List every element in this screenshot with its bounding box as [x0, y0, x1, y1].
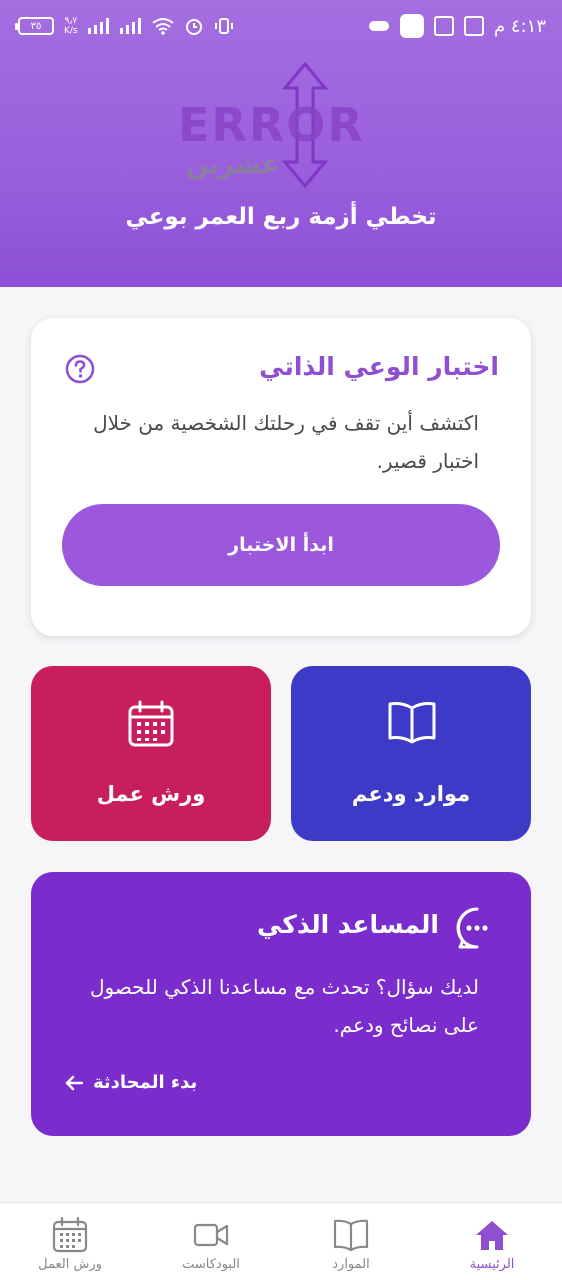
- nav-label-home: الرئيسية: [469, 1257, 515, 1272]
- nav-item-podcast[interactable]: البودكاست: [141, 1203, 281, 1280]
- wifi-icon: [152, 18, 174, 35]
- workshops-tile[interactable]: ورش عمل: [31, 666, 271, 841]
- vibrate-icon: [214, 18, 233, 34]
- resources-tile[interactable]: موارد ودعم: [291, 666, 531, 841]
- resources-tile-label: موارد ودعم: [351, 782, 471, 806]
- app-notification-icon: [400, 14, 425, 38]
- app-logo: ERROR عشرين: [176, 62, 386, 188]
- signal-icon: [87, 18, 109, 34]
- self-awareness-quiz-card: اختبار الوعي الذاتي اكتشف أين تقف في رحل…: [31, 318, 531, 636]
- ai-assistant-card: المساعد الذكي لديك سؤال؟ تحدث مع مساعدنا…: [31, 872, 531, 1136]
- calendar-icon: [52, 1217, 88, 1253]
- page-title: تخطي أزمة ربع العمر بوعي: [125, 204, 437, 230]
- nav-label-podcast: البودكاست: [182, 1257, 240, 1272]
- start-quiz-button[interactable]: ابدأ الاختبار: [62, 504, 500, 586]
- assistant-card-title: المساعد الذكي: [257, 910, 439, 939]
- nav-item-resources[interactable]: الموارد: [281, 1203, 421, 1280]
- nav-label-resources: الموارد: [332, 1257, 370, 1272]
- gamepad-icon: [369, 21, 390, 31]
- nav-item-home[interactable]: الرئيسية: [422, 1203, 562, 1280]
- workshops-tile-label: ورش عمل: [96, 782, 206, 806]
- logo-subtext: عشرين: [186, 150, 280, 180]
- quiz-card-description: اكتشف أين تقف في رحلتك الشخصية من خلال ا…: [93, 411, 479, 473]
- notification-icon-2: [434, 16, 455, 36]
- arrow-left-icon: [65, 1075, 83, 1090]
- video-icon: [193, 1223, 229, 1247]
- net-speed-unit: K/s: [64, 26, 78, 36]
- chat-icon: [456, 907, 488, 949]
- header: ٣٥ ٩٫٧ K/s ٤:١٣ م ERROR عشرين تخطي أزمة …: [0, 0, 562, 287]
- alarm-icon: [185, 19, 202, 35]
- nav-item-workshops[interactable]: ورش العمل: [0, 1203, 140, 1280]
- help-icon[interactable]: [65, 354, 95, 384]
- signal-icon-2: [119, 18, 141, 34]
- home-icon: [476, 1221, 508, 1250]
- book-icon: [388, 702, 436, 744]
- calendar-icon: [128, 700, 174, 747]
- assistant-card-description: لديك سؤال؟ تحدث مع مساعدنا الذكي للحصول …: [89, 975, 479, 1037]
- notification-icon: [464, 16, 485, 36]
- nav-label-workshops: ورش العمل: [38, 1257, 102, 1272]
- status-bar: ٣٥ ٩٫٧ K/s ٤:١٣ م: [0, 0, 562, 56]
- logo-text: ERROR: [178, 98, 365, 152]
- book-icon: [333, 1219, 369, 1252]
- quiz-card-title: اختبار الوعي الذاتي: [259, 352, 499, 381]
- battery-icon: ٣٥: [15, 17, 54, 35]
- start-chat-label: بدء المحادثة: [93, 1072, 198, 1093]
- net-speed-value: ٩٫٧: [64, 16, 78, 26]
- battery-level: ٣٥: [30, 20, 42, 32]
- start-chat-link[interactable]: بدء المحادثة: [65, 1072, 197, 1093]
- net-speed: ٩٫٧ K/s: [64, 16, 78, 36]
- bottom-nav: الرئيسية الموارد البودكاست ورش العمل: [0, 1202, 562, 1280]
- clock: ٤:١٣ م: [494, 15, 546, 37]
